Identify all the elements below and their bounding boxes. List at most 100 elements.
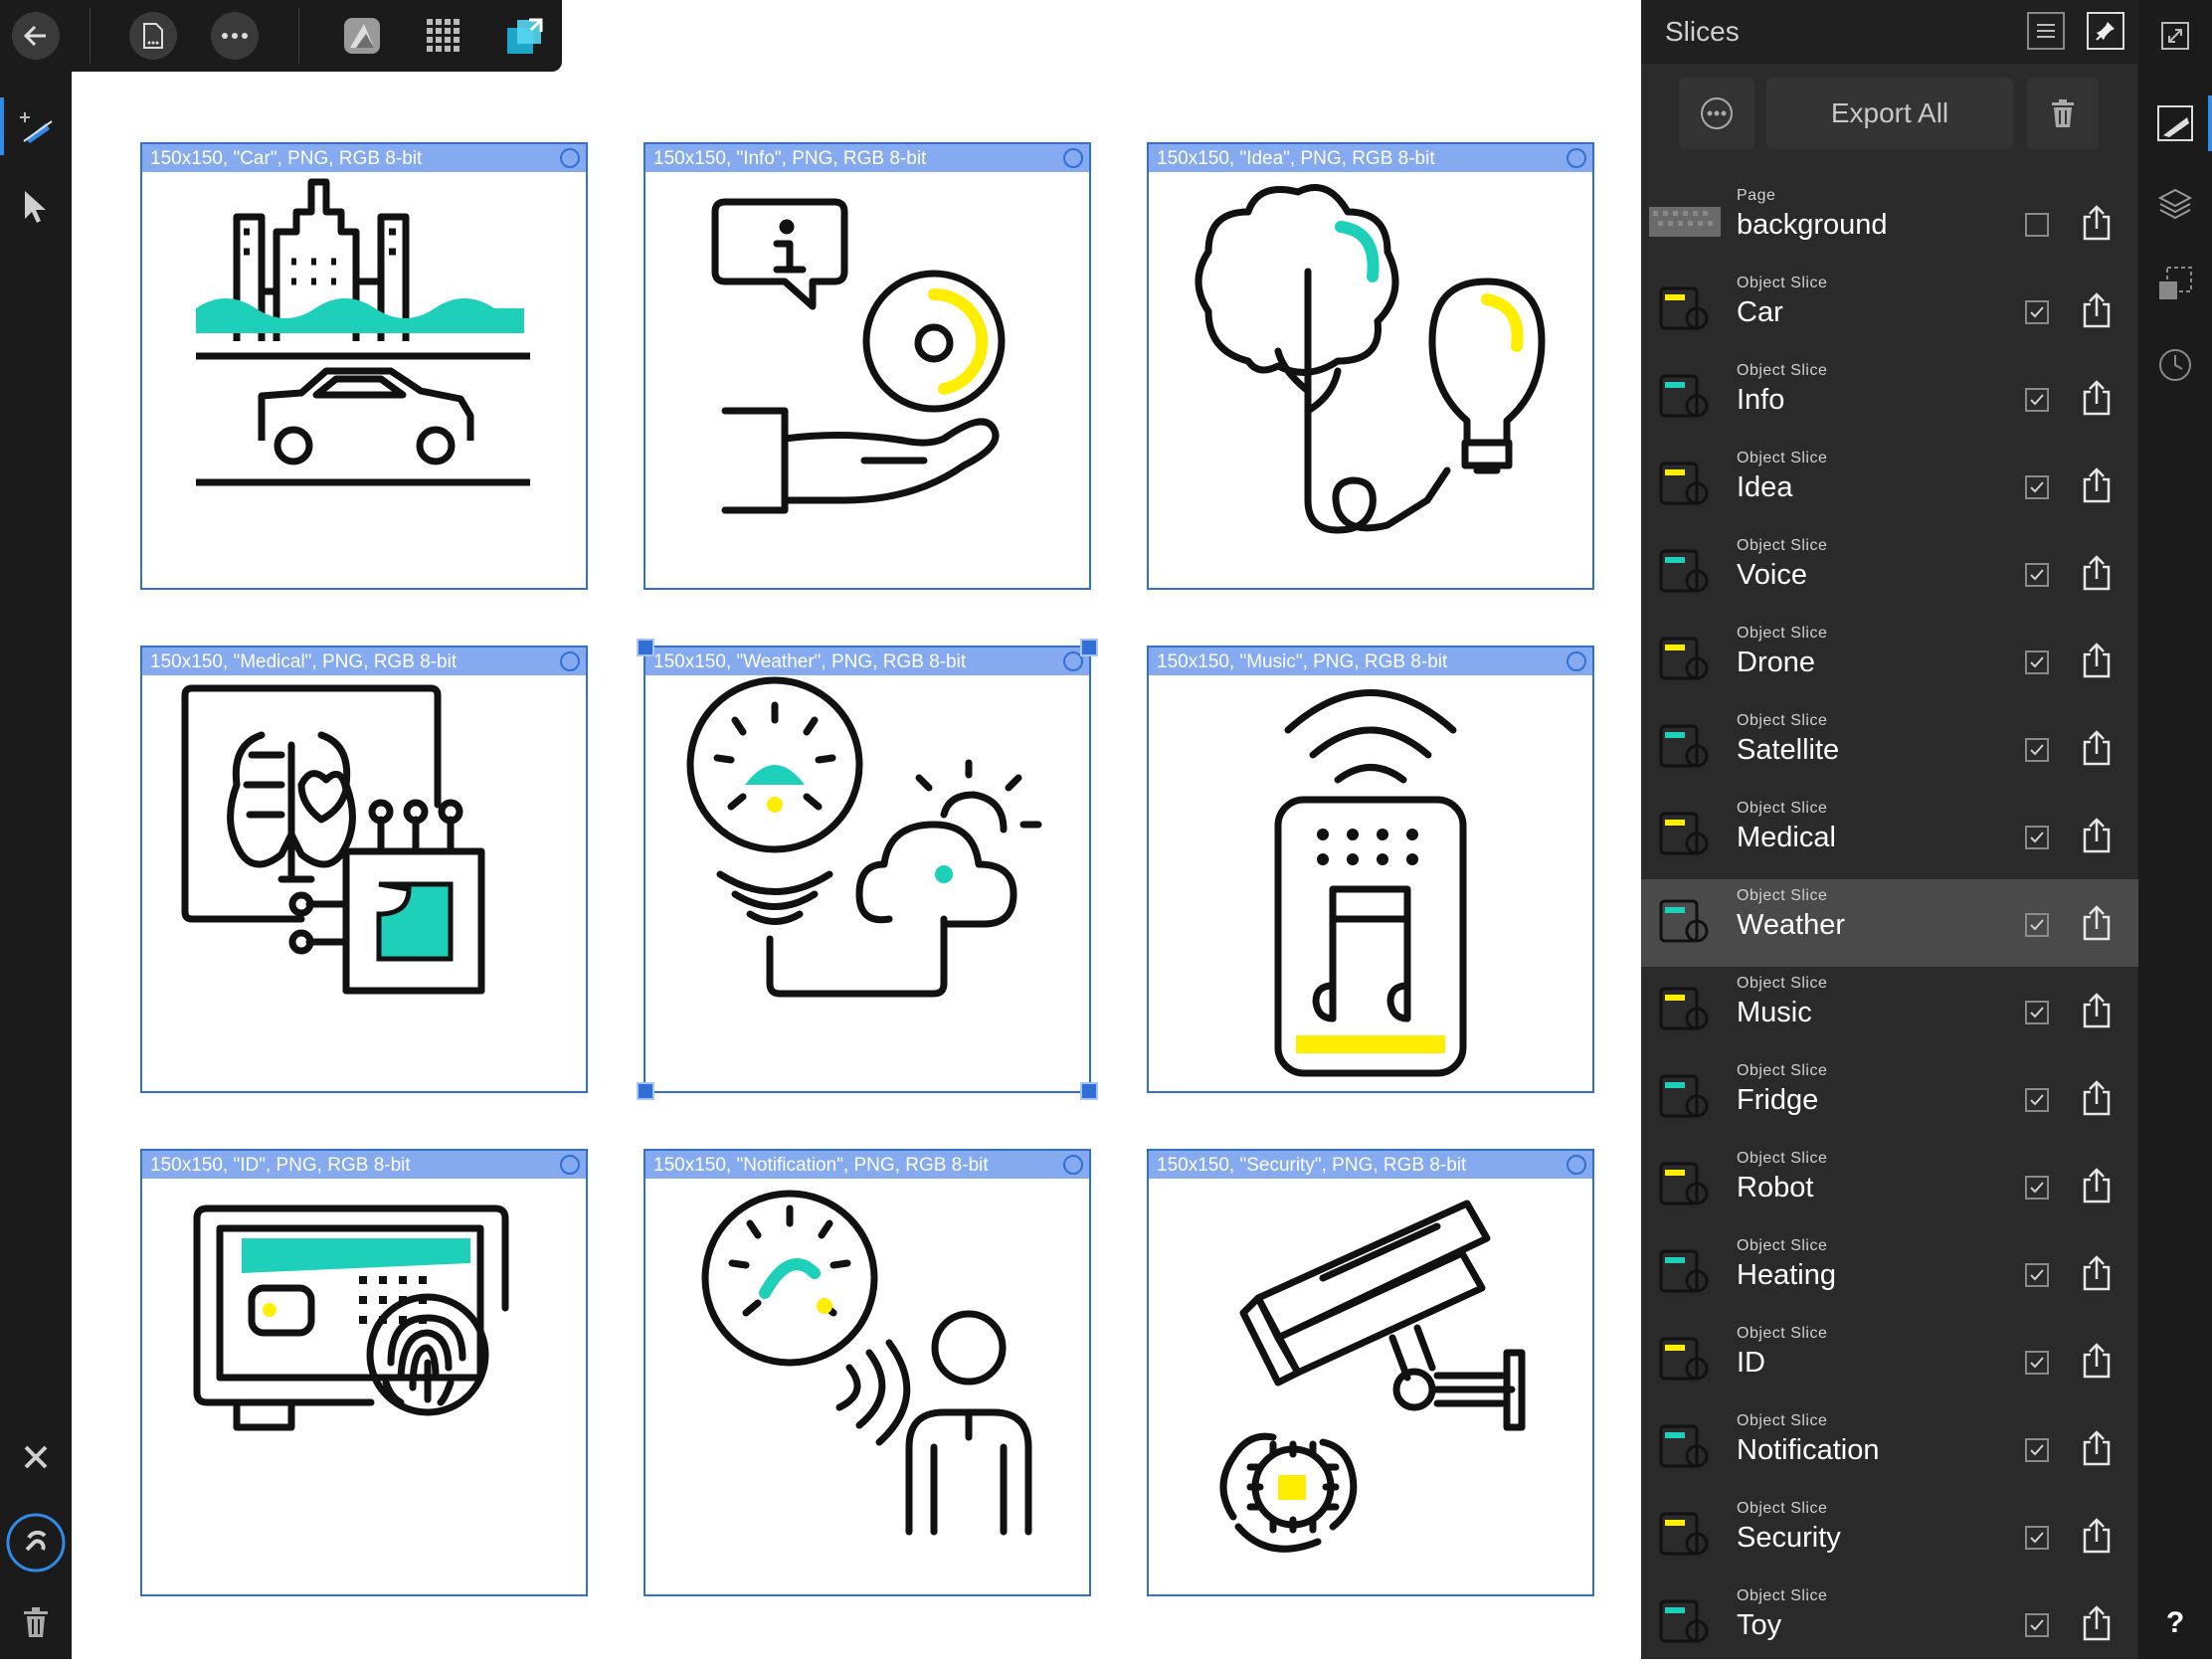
slice-row-security[interactable]: Object Slice Security: [1641, 1492, 2138, 1579]
slice-row-fridge[interactable]: Object Slice Fridge: [1641, 1054, 2138, 1142]
export-slice-button[interactable]: [2079, 1428, 2115, 1468]
slice-export-checkbox[interactable]: [2025, 1001, 2049, 1024]
cancel-button[interactable]: [0, 1432, 72, 1482]
slice-export-checkbox[interactable]: [2025, 650, 2049, 674]
slice-export-checkbox[interactable]: [2025, 913, 2049, 937]
slice-row-name: Voice: [1737, 559, 1807, 591]
slice-row-type: Object Slice: [1737, 1150, 1828, 1167]
slice-security[interactable]: 150x150, "Security", PNG, RGB 8-bit: [1147, 1149, 1594, 1596]
pixel-persona-button[interactable]: [418, 10, 469, 62]
slice-export-checkbox[interactable]: [2025, 300, 2049, 324]
help-button[interactable]: ?: [2138, 1601, 2212, 1645]
export-slice-button[interactable]: [2079, 1253, 2115, 1293]
slice-toggle-circle[interactable]: [1063, 1155, 1083, 1175]
snapping-button[interactable]: [0, 1512, 72, 1574]
export-slice-button[interactable]: [2079, 203, 2115, 243]
export-slice-button[interactable]: [2079, 290, 2115, 330]
slice-toggle-circle[interactable]: [560, 148, 580, 168]
slice-toggle-circle[interactable]: [560, 1155, 580, 1175]
slice-toggle-circle[interactable]: [1567, 148, 1586, 168]
export-slice-button[interactable]: [2079, 465, 2115, 505]
back-button[interactable]: [12, 12, 60, 60]
export-slice-button[interactable]: [2079, 1078, 2115, 1118]
slice-row-name: ID: [1737, 1347, 1765, 1379]
resize-handle-bottom-left[interactable]: [637, 1082, 654, 1100]
export-slice-button[interactable]: [2079, 1603, 2115, 1643]
slice-row-car[interactable]: Object Slice Car: [1641, 267, 2138, 354]
slice-export-checkbox[interactable]: [2025, 475, 2049, 499]
slice-export-checkbox[interactable]: [2025, 1088, 2049, 1112]
delete-slice-button[interactable]: [2027, 78, 2099, 149]
slice-export-checkbox[interactable]: [2025, 1526, 2049, 1550]
slice-row-notification[interactable]: Object Slice Notification: [1641, 1404, 2138, 1492]
slices-studio-button[interactable]: [2138, 95, 2212, 151]
slice-row-satellite[interactable]: Object Slice Satellite: [1641, 704, 2138, 792]
slice-export-checkbox[interactable]: [2025, 213, 2049, 237]
slice-toggle-circle[interactable]: [560, 651, 580, 671]
designer-persona-button[interactable]: [336, 10, 388, 62]
slice-row-voice[interactable]: Object Slice Voice: [1641, 529, 2138, 617]
slice-id[interactable]: 150x150, "ID", PNG, RGB 8-bit: [140, 1149, 588, 1596]
slice-row-id[interactable]: Object Slice ID: [1641, 1317, 2138, 1404]
export-slice-button[interactable]: [2079, 1516, 2115, 1556]
slice-row-heating[interactable]: Object Slice Heating: [1641, 1229, 2138, 1317]
document-button[interactable]: [129, 12, 177, 60]
slice-row-info[interactable]: Object Slice Info: [1641, 354, 2138, 442]
slice-toggle-circle[interactable]: [1567, 651, 1586, 671]
layers-studio-button[interactable]: [2138, 179, 2212, 229]
export-slice-button[interactable]: [2079, 1166, 2115, 1205]
slice-music[interactable]: 150x150, "Music", PNG, RGB 8-bit: [1147, 646, 1594, 1093]
slice-export-checkbox[interactable]: [2025, 826, 2049, 849]
slice-notification[interactable]: 150x150, "Notification", PNG, RGB 8-bit: [644, 1149, 1091, 1596]
slice-options-button[interactable]: [1679, 78, 1754, 149]
slice-toggle-circle[interactable]: [1567, 1155, 1586, 1175]
export-slice-button[interactable]: [2079, 641, 2115, 680]
move-tool-button[interactable]: [0, 179, 72, 235]
slice-row-medical[interactable]: Object Slice Medical: [1641, 792, 2138, 879]
resize-handle-top-right[interactable]: [1080, 639, 1098, 656]
slice-weather[interactable]: 150x150, "Weather", PNG, RGB 8-bit: [637, 639, 1098, 1100]
slice-thumbnail: [1649, 981, 1721, 1038]
fullscreen-button[interactable]: [2138, 16, 2212, 56]
slice-export-checkbox[interactable]: [2025, 1351, 2049, 1375]
slice-row-idea[interactable]: Object Slice Idea: [1641, 442, 2138, 529]
slice-idea[interactable]: 150x150, "Idea", PNG, RGB 8-bit: [1147, 142, 1594, 590]
slice-export-checkbox[interactable]: [2025, 1176, 2049, 1200]
slice-tool-button[interactable]: [0, 99, 72, 155]
transform-studio-button[interactable]: [2138, 259, 2212, 308]
export-slice-button[interactable]: [2079, 991, 2115, 1030]
export-slice-button[interactable]: [2079, 903, 2115, 943]
delete-tool-button[interactable]: [0, 1599, 72, 1645]
slice-car[interactable]: 150x150, "Car", PNG, RGB 8-bit: [140, 142, 588, 590]
slice-row-background[interactable]: Page background: [1641, 179, 2138, 267]
slice-row-robot[interactable]: Object Slice Robot: [1641, 1142, 2138, 1229]
export-slice-button[interactable]: [2079, 378, 2115, 418]
slice-medical[interactable]: 150x150, "Medical", PNG, RGB 8-bit: [140, 646, 588, 1093]
slice-row-drone[interactable]: Object Slice Drone: [1641, 617, 2138, 704]
history-studio-button[interactable]: [2138, 340, 2212, 390]
slice-export-checkbox[interactable]: [2025, 1613, 2049, 1637]
slice-row-music[interactable]: Object Slice Music: [1641, 967, 2138, 1054]
slice-export-checkbox[interactable]: [2025, 1263, 2049, 1287]
export-slice-button[interactable]: [2079, 1341, 2115, 1381]
slice-thumbnail: [1649, 1068, 1721, 1126]
export-slice-button[interactable]: [2079, 553, 2115, 593]
resize-handle-top-left[interactable]: [637, 639, 654, 656]
slice-row-weather[interactable]: Object Slice Weather: [1641, 879, 2138, 967]
slice-export-checkbox[interactable]: [2025, 738, 2049, 762]
slice-export-checkbox[interactable]: [2025, 388, 2049, 412]
slice-toggle-circle[interactable]: [1063, 148, 1083, 168]
share-export-icon: [2083, 205, 2111, 241]
slice-export-checkbox[interactable]: [2025, 1438, 2049, 1462]
pin-panel-button[interactable]: [2087, 12, 2124, 50]
export-slice-button[interactable]: [2079, 728, 2115, 768]
slice-info[interactable]: 150x150, "Info", PNG, RGB 8-bit: [644, 142, 1091, 590]
export-all-button[interactable]: Export All: [1766, 78, 2013, 149]
more-button[interactable]: [211, 12, 259, 60]
export-persona-button[interactable]: [499, 10, 551, 62]
resize-handle-bottom-right[interactable]: [1080, 1082, 1098, 1100]
panel-menu-button[interactable]: [2027, 12, 2065, 50]
slice-export-checkbox[interactable]: [2025, 563, 2049, 587]
export-slice-button[interactable]: [2079, 816, 2115, 855]
slice-row-toy[interactable]: Object Slice Toy: [1641, 1579, 2138, 1667]
